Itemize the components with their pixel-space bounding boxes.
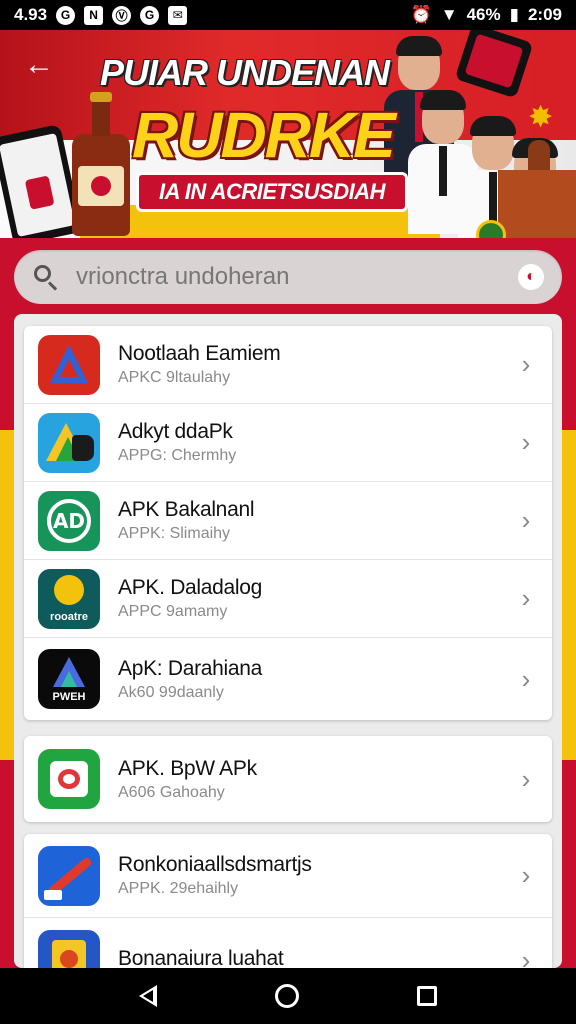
app-name: Adkyt ddaPk bbox=[118, 420, 233, 443]
chevron-right-icon: › bbox=[521, 583, 531, 613]
wifi-icon: ▼ bbox=[440, 5, 458, 24]
list-item[interactable]: AD APK Bakalnanl APPK: Slimaihy › bbox=[24, 482, 552, 560]
list-item[interactable]: APK. BpW APk A606 Gahoahy › bbox=[24, 736, 552, 822]
chevron-right-icon: › bbox=[521, 349, 531, 379]
app-list-card-3: Ronkoniaallsdsmartjs APPK. 29ehaihly › B… bbox=[24, 834, 552, 968]
app-icon-label: PWEH bbox=[52, 691, 86, 703]
notification-icon-4: G bbox=[140, 5, 160, 25]
banner-building-image bbox=[498, 140, 576, 238]
voice-search-icon[interactable]: ◐ bbox=[518, 264, 544, 290]
app-name: Ronkoniaallsdsmartjs bbox=[118, 853, 312, 876]
notification-icon-2: N bbox=[84, 5, 104, 25]
list-item[interactable]: Adkyt ddaPk APPG: Chermhy › bbox=[24, 404, 552, 482]
app-subtitle: APPK: Slimaihy bbox=[118, 525, 231, 542]
app-subtitle: A606 Gahoahy bbox=[118, 783, 225, 801]
app-icon-label: rooatre bbox=[50, 610, 88, 623]
nav-back-icon[interactable] bbox=[139, 985, 157, 1007]
app-list-card-1: Nootlaah Eamiem APKC 9ltaulahy › Adkyt d… bbox=[24, 326, 552, 720]
notification-icon-3: Ⓥ bbox=[112, 5, 132, 25]
app-subtitle: APPG: Chermhy bbox=[118, 447, 237, 464]
banner-subtitle: IA IN ACRIETSUSDIAH bbox=[136, 172, 408, 212]
app-name: APK Bakalnanl bbox=[118, 498, 255, 521]
app-name: Bonanaiura luahat bbox=[118, 946, 284, 969]
app-icon-label: AD bbox=[52, 508, 86, 533]
bg-stripe-right bbox=[562, 430, 576, 760]
app-subtitle: APKC 9ltaulahy bbox=[118, 369, 231, 386]
chevron-right-icon: › bbox=[521, 944, 531, 969]
nav-recents-icon[interactable] bbox=[417, 986, 437, 1006]
list-item[interactable]: rooatre APK. Daladalog APPC 9amamy › bbox=[24, 560, 552, 638]
status-left-text: 4.93 bbox=[14, 5, 48, 24]
chevron-right-icon: › bbox=[521, 505, 531, 535]
app-icon bbox=[38, 845, 100, 906]
list-item[interactable]: Bonanaiura luahat › bbox=[24, 918, 552, 968]
battery-icon: ▮ bbox=[509, 5, 519, 24]
back-arrow-icon[interactable]: ← bbox=[24, 50, 58, 84]
mail-icon: ✉ bbox=[168, 5, 188, 25]
alarm-icon: ⏰ bbox=[410, 5, 432, 24]
app-subtitle: Ak60 99daanly bbox=[118, 683, 224, 701]
nav-home-icon[interactable] bbox=[275, 984, 299, 1008]
notification-icon-1: G bbox=[56, 5, 76, 25]
app-list: Nootlaah Eamiem APKC 9ltaulahy › Adkyt d… bbox=[14, 314, 562, 968]
list-item[interactable]: Ronkoniaallsdsmartjs APPK. 29ehaihly › bbox=[24, 834, 552, 918]
search-icon bbox=[32, 263, 60, 291]
chevron-right-icon: › bbox=[521, 763, 531, 794]
search-input[interactable] bbox=[76, 263, 518, 291]
app-name: ApK: Darahiana bbox=[118, 656, 263, 680]
app-name: APK. BpW APk bbox=[118, 756, 257, 780]
list-item[interactable]: PWEH ApK: Darahiana Ak60 99daanly › bbox=[24, 638, 552, 720]
app-icon: rooatre bbox=[38, 568, 100, 629]
battery-percent: 46% bbox=[466, 5, 501, 24]
system-nav-bar bbox=[0, 968, 576, 1024]
list-item[interactable]: Nootlaah Eamiem APKC 9ltaulahy › bbox=[24, 326, 552, 404]
chevron-right-icon: › bbox=[521, 860, 531, 890]
app-icon bbox=[38, 930, 100, 968]
promo-banner[interactable]: ✸ ← PUIAR UNDENAN RUDRKE IA IN ACRIETSUS… bbox=[0, 30, 576, 238]
chevron-right-icon: › bbox=[521, 663, 531, 694]
bg-stripe-left bbox=[0, 430, 14, 760]
app-list-card-2: APK. BpW APk A606 Gahoahy › bbox=[24, 736, 552, 822]
star-icon: ✸ bbox=[528, 101, 554, 134]
clock: 2:09 bbox=[527, 5, 562, 24]
chevron-right-icon: › bbox=[521, 427, 531, 457]
app-name: APK. Daladalog bbox=[118, 576, 263, 599]
app-icon: AD bbox=[38, 490, 100, 551]
search-bar[interactable]: ◐ bbox=[14, 250, 562, 304]
app-icon: PWEH bbox=[38, 649, 100, 709]
banner-title-line1: PUIAR UNDENAN bbox=[100, 52, 390, 93]
app-icon bbox=[38, 412, 100, 473]
app-subtitle: APPC 9amamy bbox=[118, 603, 228, 620]
banner-title-line2: RUDRKE bbox=[132, 99, 396, 171]
app-name: Nootlaah Eamiem bbox=[118, 342, 281, 365]
app-subtitle: APPK. 29ehaihly bbox=[118, 880, 239, 897]
banner-bottle-image bbox=[66, 92, 136, 236]
status-bar: 4.93 G N Ⓥ G ✉ ⏰ ▼ 46% ▮ 2:09 bbox=[0, 0, 576, 30]
app-icon bbox=[38, 334, 100, 395]
app-icon bbox=[38, 749, 100, 809]
